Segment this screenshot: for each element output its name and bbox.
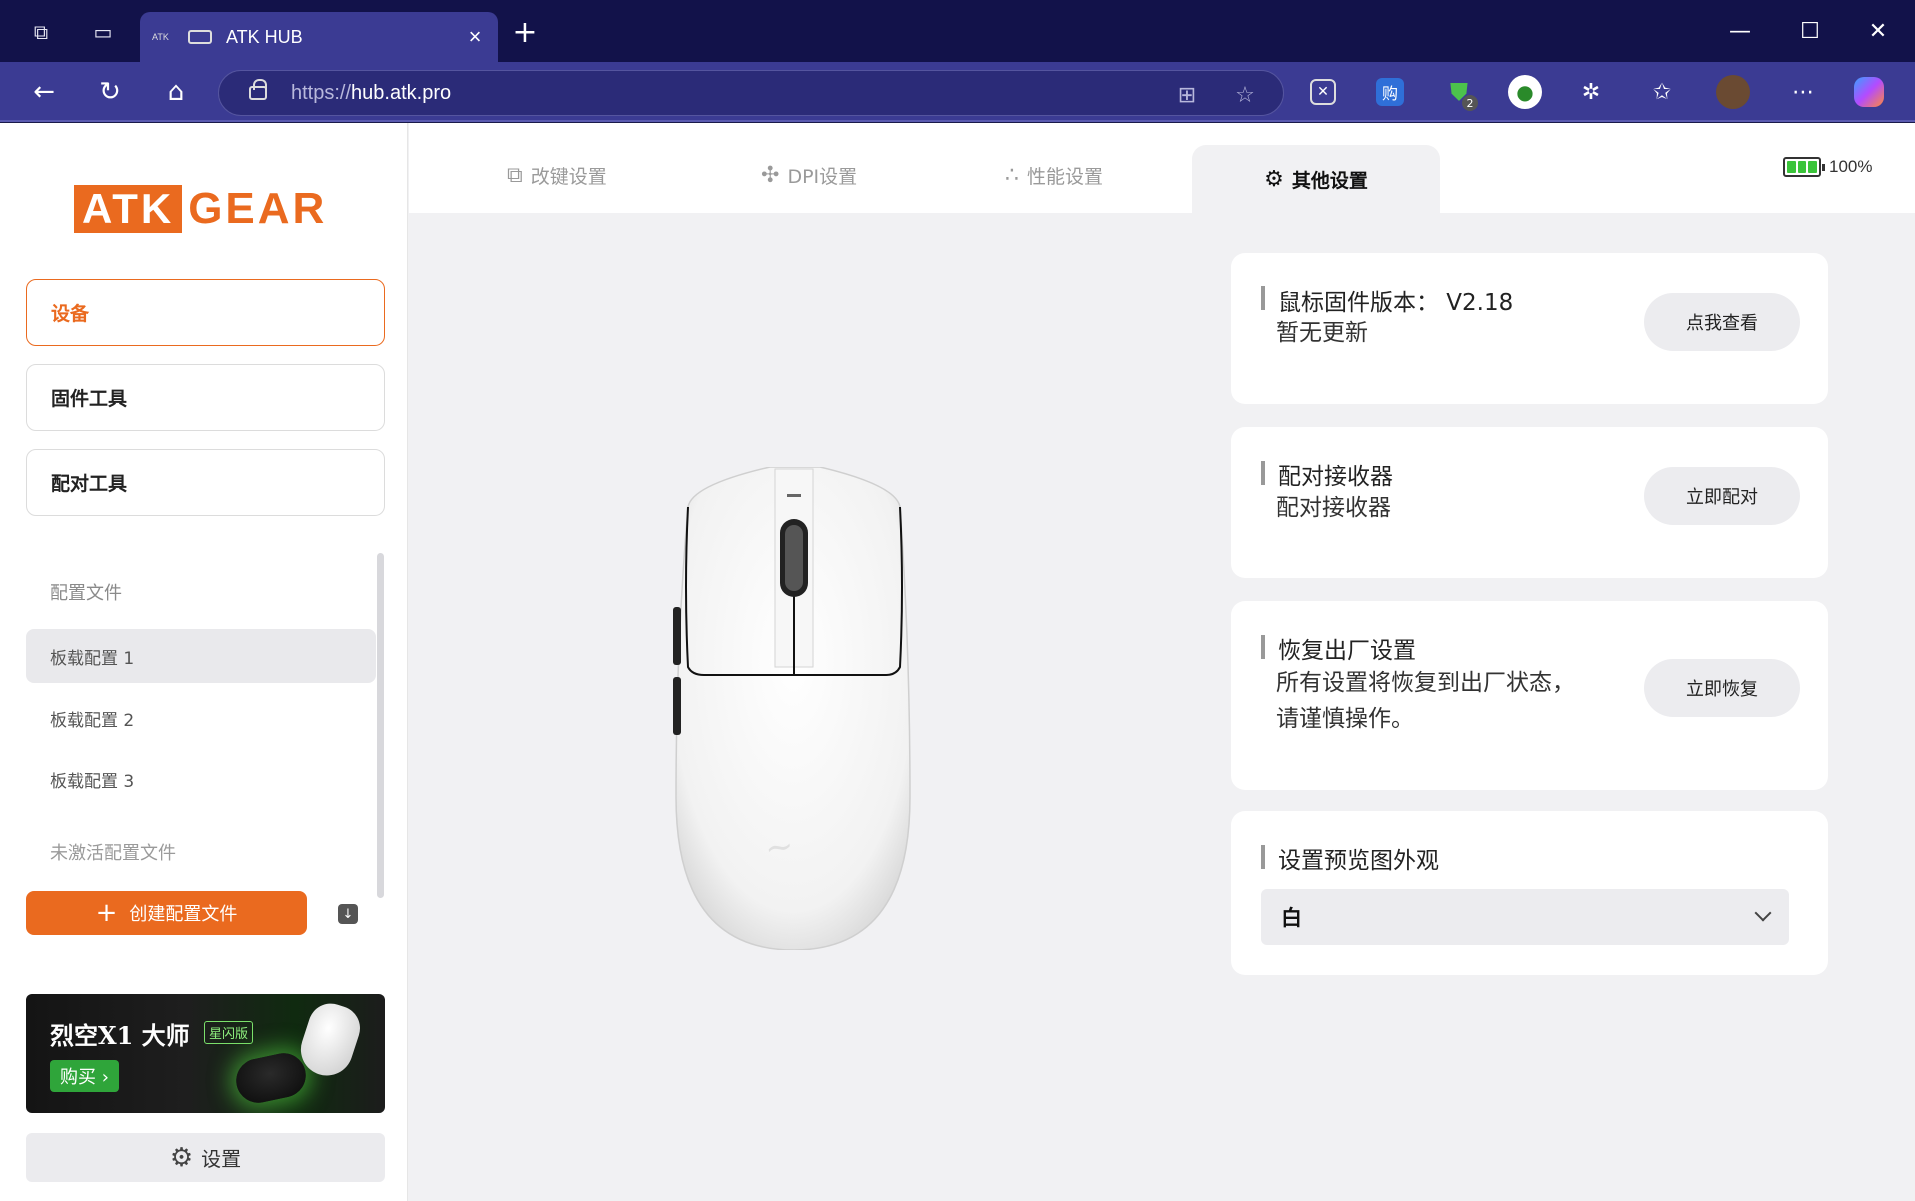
preview-appearance-card: 设置预览图外观 白 (1231, 811, 1828, 975)
performance-icon: ∴ (1005, 162, 1019, 188)
shopping-extension-icon[interactable]: 购 (1376, 78, 1404, 106)
factory-reset-title: 恢复出厂设置 (1278, 638, 1416, 664)
battery-percent: 100% (1829, 157, 1873, 176)
dpi-icon: ✣ (761, 162, 780, 188)
card-accent-bar (1261, 286, 1265, 310)
close-tab-icon[interactable]: × (460, 24, 490, 50)
refresh-icon[interactable]: ↻ (92, 74, 128, 110)
firmware-version-title: 鼠标固件版本： V2.18 (1278, 290, 1514, 316)
tab-performance-label: 性能设置 (1027, 165, 1104, 188)
battery-icon (1783, 157, 1825, 177)
preview-appearance-title: 设置预览图外观 (1278, 848, 1439, 874)
tab-dpi-label: DPI设置 (787, 165, 858, 188)
globe-extension-icon[interactable]: ● (1508, 75, 1542, 109)
tab-title: ATK HUB (226, 26, 303, 47)
favorite-star-icon[interactable]: ☆ (1231, 81, 1259, 109)
card-accent-bar (1261, 635, 1265, 659)
lock-icon[interactable] (249, 79, 267, 100)
shield-extension-icon[interactable]: ⛊ 2 (1442, 75, 1478, 111)
tab-other-settings[interactable]: ⚙ 其他设置 (1192, 145, 1440, 213)
gear-icon: ⚙ (169, 1142, 194, 1173)
url-text[interactable]: https://hub.atk.pro (291, 82, 451, 105)
inactive-profiles-label: 未激活配置文件 (50, 843, 176, 864)
profile-avatar[interactable] (1716, 75, 1750, 109)
banner-badge: 星闪版 (204, 1021, 254, 1044)
more-menu-icon[interactable]: ⋯ (1786, 75, 1820, 109)
maximize-button[interactable]: ☐ (1780, 10, 1840, 52)
sidebar-item-device[interactable]: 设备 (26, 279, 385, 346)
sidebar-item-firmware-tools[interactable]: 固件工具 (26, 364, 385, 431)
extension-badge: 2 (1462, 95, 1478, 111)
appearance-select[interactable]: 白 (1261, 889, 1789, 945)
tab-dpi[interactable]: ✣ DPI设置 (761, 145, 857, 205)
app-available-icon[interactable]: ⊞ (1173, 81, 1201, 109)
banner-buy-button[interactable]: 购买 › (50, 1060, 119, 1092)
factory-reset-card: 恢复出厂设置 所有设置将恢复到出厂状态， 请谨慎操作。 立即恢复 (1231, 601, 1828, 790)
workspaces-icon[interactable]: ⧉ (24, 15, 58, 49)
settings-label: 设置 (201, 1147, 242, 1171)
chevron-down-icon (1754, 904, 1772, 922)
settings-button[interactable]: ⚙ 设置 (26, 1133, 385, 1182)
reset-now-button[interactable]: 立即恢复 (1644, 659, 1800, 717)
copilot-icon[interactable] (1854, 77, 1884, 107)
factory-reset-desc-line2: 请谨慎操作。 (1276, 706, 1414, 732)
address-bar[interactable]: https://hub.atk.pro ⊞ ☆ (218, 70, 1284, 116)
keyboard-icon (188, 30, 212, 44)
promo-banner[interactable]: 烈空X1 大师 星闪版 购买 › (26, 994, 385, 1113)
pair-now-button[interactable]: 立即配对 (1644, 467, 1800, 525)
tab-other-settings-label: 其他设置 (1291, 169, 1368, 192)
card-accent-bar (1261, 461, 1265, 485)
keymap-icon: ⧉ (507, 162, 523, 188)
logo-atk: ATK (74, 185, 183, 233)
browser-titlebar: ⧉ ▭ ATK ATK HUB × + — ☐ ✕ (0, 0, 1915, 62)
favorites-icon[interactable]: ✩ (1645, 75, 1679, 109)
battery-indicator: 100% (1783, 157, 1872, 177)
banner-black-mouse-image (232, 1049, 310, 1107)
pair-receiver-title: 配对接收器 (1278, 464, 1393, 490)
firmware-card: 鼠标固件版本： V2.18 暂无更新 点我查看 (1231, 253, 1828, 404)
profile-item-1[interactable]: 板载配置 1 (26, 629, 376, 683)
new-tab-button[interactable]: + (508, 15, 542, 50)
create-profile-label: 创建配置文件 (129, 904, 238, 925)
minimize-button[interactable]: — (1710, 10, 1770, 52)
logo-gear: GEAR (188, 184, 328, 233)
tab-favicon: ATK (152, 32, 169, 42)
profiles-section-label: 配置文件 (50, 583, 122, 604)
browser-navbar: ← ↻ ⌂ https://hub.atk.pro ⊞ ☆ ✕ 购 ⛊ 2 ● ✲… (0, 62, 1915, 122)
svg-text:~: ~ (762, 826, 796, 870)
back-icon[interactable]: ← (26, 74, 62, 110)
pair-receiver-desc: 配对接收器 (1276, 495, 1391, 521)
profile-item-2[interactable]: 板载配置 2 (26, 691, 376, 745)
mouse-preview-image: ~ (673, 467, 911, 950)
banner-title: 烈空X1 大师 (50, 1021, 190, 1050)
screenshot-extension-icon[interactable]: ✕ (1310, 79, 1336, 105)
tab-keymap-label: 改键设置 (530, 165, 607, 188)
close-window-button[interactable]: ✕ (1848, 10, 1908, 52)
atk-gear-logo: ATK GEAR (74, 185, 327, 233)
create-profile-button[interactable]: + 创建配置文件 (26, 891, 307, 935)
tab-actions-icon[interactable]: ▭ (86, 15, 120, 49)
import-profile-icon[interactable]: ↓ (338, 904, 358, 924)
home-icon[interactable]: ⌂ (158, 74, 194, 110)
plus-icon: + (95, 898, 118, 928)
card-accent-bar (1261, 845, 1265, 869)
profile-item-3[interactable]: 板载配置 3 (26, 752, 376, 806)
browser-tab[interactable]: ATK ATK HUB × (140, 12, 498, 62)
appearance-selected-value: 白 (1281, 906, 1302, 930)
check-firmware-button[interactable]: 点我查看 (1644, 293, 1800, 351)
tab-performance[interactable]: ∴ 性能设置 (1005, 145, 1103, 205)
gear-icon: ⚙ (1264, 166, 1284, 192)
tab-keymap[interactable]: ⧉ 改键设置 (507, 145, 607, 205)
firmware-status: 暂无更新 (1276, 320, 1368, 346)
app-area: ATK GEAR 设备 固件工具 配对工具 配置文件 板载配置 1 板载配置 2… (0, 123, 1915, 1201)
extensions-puzzle-icon[interactable]: ✲ (1574, 75, 1608, 109)
factory-reset-desc-line1: 所有设置将恢复到出厂状态， (1276, 670, 1575, 696)
sidebar-item-pairing-tools[interactable]: 配对工具 (26, 449, 385, 516)
pair-receiver-card: 配对接收器 配对接收器 立即配对 (1231, 427, 1828, 578)
sidebar: ATK GEAR 设备 固件工具 配对工具 配置文件 板载配置 1 板载配置 2… (0, 123, 408, 1201)
profiles-scrollbar[interactable] (377, 553, 384, 898)
settings-tabs: ⧉ 改键设置 ✣ DPI设置 ∴ 性能设置 ⚙ 其他设置 100% (409, 123, 1915, 213)
